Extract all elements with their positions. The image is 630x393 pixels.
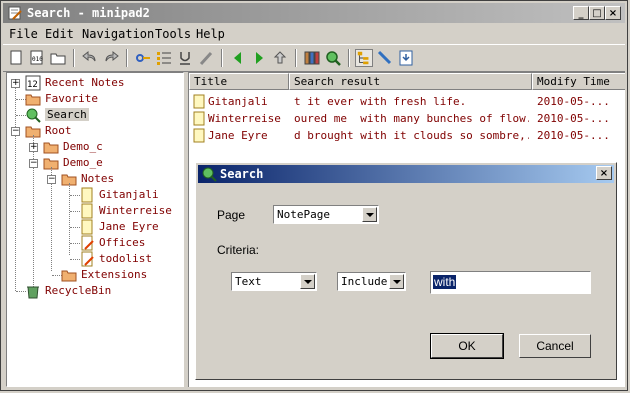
collapse-root[interactable]: − [11,127,20,136]
table-row[interactable]: Gitanjali t it ever with fresh life. ...… [189,93,625,110]
criteria-label: Criteria: [217,243,260,257]
bookshelf-icon[interactable] [303,49,321,67]
window-title: Search - minipad2 [27,6,150,20]
collapse-demo-e[interactable]: − [29,159,38,168]
title-bar: Search - minipad2 _ □ × [3,3,625,23]
svg-text:12: 12 [27,80,38,90]
new-folder-icon[interactable] [49,49,67,67]
minipad-app-icon [8,6,22,20]
column-header-modify-time[interactable]: Modify Time [532,73,625,90]
collapse-notes[interactable]: − [47,175,56,184]
column-header-search-result[interactable]: Search result [289,73,532,90]
recycle-bin-icon [27,286,39,299]
menu-file[interactable]: File [9,27,38,41]
chevron-down-icon[interactable] [300,274,315,289]
maximize-button[interactable]: □ [589,6,605,20]
forward-arrow-icon[interactable] [250,49,268,67]
note-page-icon [81,203,93,219]
close-button[interactable]: × [605,6,621,20]
table-row[interactable]: Jane Eyre d brought with it clouds so so… [189,127,625,144]
up-level-icon[interactable] [271,49,289,67]
save-down-icon[interactable] [397,49,415,67]
binary-page-icon[interactable]: 010 [28,49,46,67]
ok-button[interactable]: OK [430,333,504,359]
back-arrow-icon[interactable] [229,49,247,67]
note-page-icon [193,94,205,109]
main-window: Search - minipad2 _ □ × File Edit Naviga… [0,0,628,391]
folder-icon [43,142,59,154]
expand-recent-notes[interactable]: + [11,79,20,88]
menu-tools[interactable]: Tools [155,27,191,41]
highlight-pen-icon[interactable] [197,49,215,67]
toolbar-separator [126,49,128,67]
menu-help[interactable]: Help [196,27,225,41]
toolbar-separator [221,49,223,67]
toolbar: 010 [3,44,625,72]
search-icon [202,167,217,182]
search-dialog: Search × Page NotePage Criteria: Text In… [195,162,617,380]
expand-demo-c[interactable]: + [29,143,38,152]
svg-text:010: 010 [32,56,43,63]
tree-view-icon[interactable] [355,49,373,67]
search-icon[interactable] [324,49,342,67]
chevron-down-icon[interactable] [362,207,377,222]
table-row[interactable]: Winterreise oured me with many bunches o… [189,110,625,127]
note-page-icon [81,187,93,203]
dialog-title-bar: Search × [198,165,614,183]
page-label: Page [217,208,246,222]
search-text-input[interactable]: with [430,271,591,294]
menu-bar: File Edit Navigation Tools Help [3,25,625,43]
toolbar-separator [295,49,297,67]
pin-icon[interactable] [376,49,394,67]
cancel-button[interactable]: Cancel [519,334,591,358]
note-page-icon [81,219,93,235]
folder-icon [25,94,41,106]
dialog-close-button[interactable]: × [596,166,612,180]
edit-page-icon [81,251,94,267]
note-page-icon [193,111,205,126]
toolbar-separator [348,49,350,67]
folder-icon [61,270,77,282]
list-format-icon[interactable] [155,49,173,67]
new-page-icon[interactable] [7,49,25,67]
menu-navigation[interactable]: Navigation [82,27,154,41]
underline-icon[interactable] [176,49,194,67]
note-page-icon [193,128,205,143]
link-icon[interactable] [134,49,152,67]
page-select[interactable]: NotePage [273,205,379,224]
menu-edit[interactable]: Edit [45,27,74,41]
toolbar-separator [73,49,75,67]
redo-icon[interactable] [102,49,120,67]
minimize-button[interactable]: _ [573,6,589,20]
field-select[interactable]: Text [231,272,317,291]
recent-notes-icon: 12 [25,75,41,91]
dialog-title: Search [220,167,264,181]
operator-select[interactable]: Include [337,272,406,291]
edit-page-icon [81,235,94,251]
undo-icon[interactable] [81,49,99,67]
search-icon [26,108,41,123]
navigation-tree[interactable]: + 12 Recent Notes Favorite Search − Root… [6,72,184,387]
chevron-down-icon[interactable] [389,274,404,289]
column-header-title[interactable]: Title [189,73,289,90]
